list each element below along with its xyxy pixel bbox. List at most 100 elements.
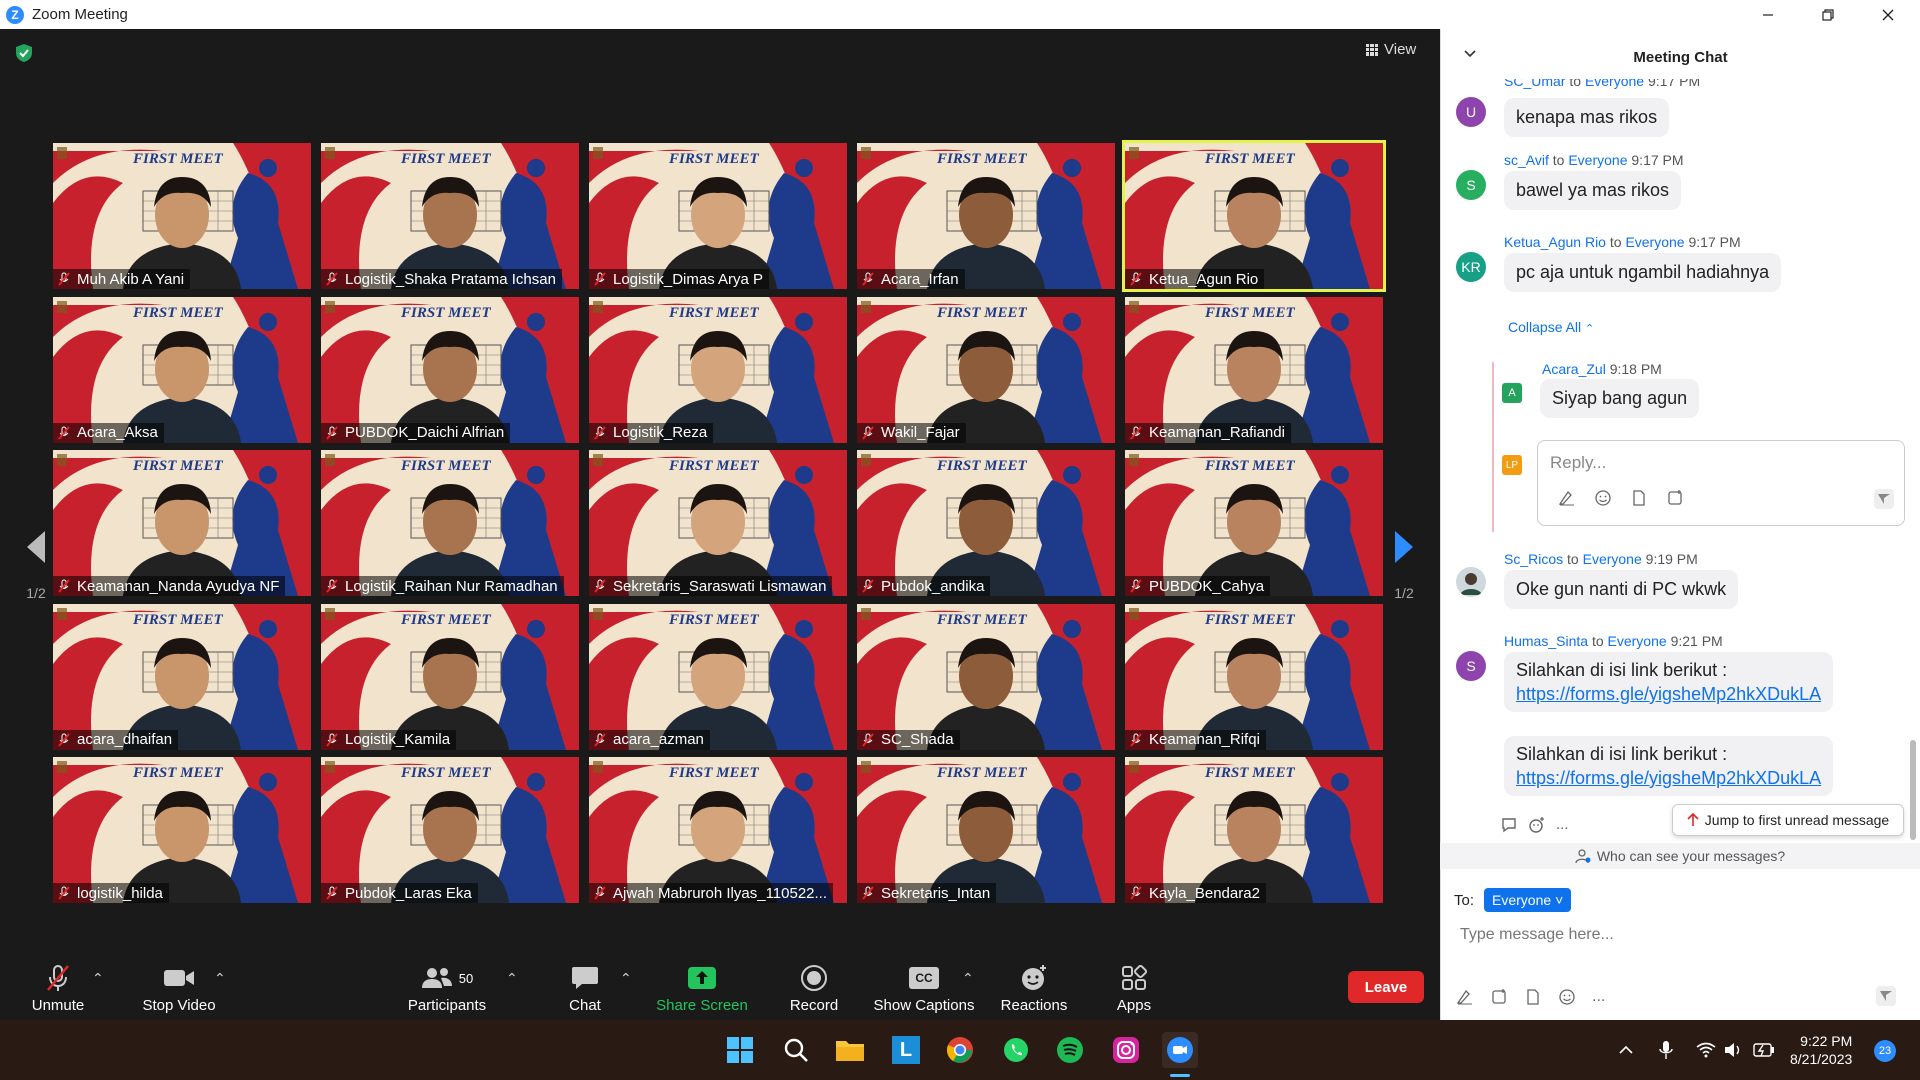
chevron-up-icon[interactable]: [1608, 1032, 1644, 1068]
battery-icon[interactable]: [1746, 1032, 1782, 1068]
send-icon[interactable]: [1876, 986, 1896, 1006]
share-screen-label: Share Screen: [656, 997, 748, 1014]
participant-video-tile[interactable]: FIRST MEET Ketua_Agun Rio: [1122, 140, 1386, 292]
start-menu-icon[interactable]: [722, 1032, 758, 1068]
participants-icon: [421, 968, 452, 988]
participant-video-tile[interactable]: FIRST MEET Keamanan_Rifqi: [1125, 603, 1383, 750]
chat-button[interactable]: Chat: [560, 954, 610, 1020]
form-link[interactable]: https://forms.gle/yigsheMp2hkXDukLA: [1516, 768, 1821, 788]
sender-name[interactable]: sc_Avif: [1504, 152, 1549, 168]
format-text-icon[interactable]: [1456, 988, 1474, 1006]
sender-name[interactable]: Ketua_Agun Rio: [1504, 234, 1606, 250]
sender-name[interactable]: Humas_Sinta: [1504, 633, 1588, 649]
sender-name[interactable]: SC_Umar: [1504, 79, 1565, 89]
record-button[interactable]: Record: [784, 954, 844, 1020]
file-icon[interactable]: [1524, 988, 1542, 1006]
show-captions-button[interactable]: CC Show Captions: [872, 954, 976, 1020]
file-explorer-icon[interactable]: [832, 1032, 868, 1068]
participant-video-tile[interactable]: FIRST MEET Logistik_Shaka Pratama Ichsan: [321, 143, 579, 289]
participant-video-tile[interactable]: FIRST MEET Ajwah Mabruroh Ilyas_110522...: [589, 757, 847, 903]
add-reaction-icon[interactable]: [1528, 816, 1546, 834]
send-icon[interactable]: [1874, 489, 1894, 509]
participant-video-tile[interactable]: FIRST MEET Wakil_Fajar: [857, 296, 1115, 443]
who-can-see-link[interactable]: Who can see your messages?: [1440, 843, 1920, 869]
search-icon[interactable]: [778, 1032, 814, 1068]
participant-video-tile[interactable]: FIRST MEET Sekretaris_Intan: [857, 757, 1115, 903]
participant-video-tile[interactable]: FIRST MEET Acara_Aksa: [53, 296, 311, 443]
sender-name[interactable]: Acara_Zul: [1542, 361, 1606, 377]
participant-video-tile[interactable]: FIRST MEET PUBDOK_Daichi Alfrian: [321, 296, 579, 443]
participant-video-tile[interactable]: FIRST MEET Logistik_Raihan Nur Ramadhan: [321, 450, 579, 596]
participant-video-tile[interactable]: FIRST MEET logistik_hilda: [53, 757, 311, 903]
apps-button[interactable]: Apps: [1110, 954, 1158, 1020]
reply-thread-icon[interactable]: [1500, 816, 1518, 834]
share-screen-button[interactable]: Share Screen: [654, 954, 750, 1020]
app-l-icon[interactable]: L: [888, 1032, 924, 1068]
participants-button[interactable]: 50 Participants: [404, 954, 490, 1020]
sender-name[interactable]: Sc_Ricos: [1504, 551, 1563, 567]
whatsapp-icon[interactable]: [998, 1032, 1034, 1068]
spotify-icon[interactable]: [1052, 1032, 1088, 1068]
participant-video-tile[interactable]: FIRST MEET Keamanan_Nanda Ayudya NF: [53, 450, 311, 596]
notification-badge[interactable]: 23: [1874, 1040, 1896, 1062]
participant-video-tile[interactable]: FIRST MEET Logistik_Dimas Arya P: [589, 143, 847, 289]
unmute-button[interactable]: Unmute: [28, 954, 88, 1020]
audio-options-caret-icon[interactable]: ⌃: [92, 970, 104, 987]
participant-video-tile[interactable]: FIRST MEET PUBDOK_Cahya: [1125, 450, 1383, 596]
participant-name: Logistik_Kamila: [345, 731, 451, 748]
jump-to-unread-button[interactable]: Jump to first unread message: [1672, 804, 1904, 836]
instagram-icon[interactable]: [1108, 1032, 1144, 1068]
participant-video-tile[interactable]: FIRST MEET Keamanan_Rafiandi: [1125, 296, 1383, 443]
participant-video-tile[interactable]: FIRST MEET acara_dhaifan: [53, 603, 311, 750]
chrome-icon[interactable]: [942, 1032, 978, 1068]
emoji-icon[interactable]: [1594, 489, 1612, 507]
chat-scrollbar[interactable]: [1910, 740, 1916, 840]
form-link[interactable]: https://forms.gle/yigsheMp2hkXDukLA: [1516, 684, 1821, 704]
participant-video-tile[interactable]: FIRST MEET SC_Shada: [857, 603, 1115, 750]
participants-options-caret-icon[interactable]: ⌃: [506, 970, 518, 987]
video-options-caret-icon[interactable]: ⌃: [214, 970, 226, 987]
collapse-all-button[interactable]: Collapse All ⌃: [1508, 319, 1594, 335]
minimize-button[interactable]: [1740, 0, 1796, 29]
message-input[interactable]: Type message here...: [1460, 926, 1614, 944]
encryption-shield-icon[interactable]: [14, 43, 34, 63]
system-clock[interactable]: 9:22 PM 8/21/2023: [1790, 1032, 1852, 1068]
captions-options-caret-icon[interactable]: ⌃: [962, 970, 974, 987]
participant-video-tile[interactable]: FIRST MEET Logistik_Kamila: [321, 603, 579, 750]
stop-video-button[interactable]: Stop Video: [134, 954, 224, 1020]
reply-input[interactable]: Reply...: [1537, 440, 1905, 526]
message-text: Silahkan di isi link berikut :: [1516, 660, 1728, 680]
emoji-icon[interactable]: [1558, 988, 1576, 1006]
zoom-taskbar-icon[interactable]: [1162, 1032, 1198, 1068]
participant-video-tile[interactable]: FIRST MEET acara_azman: [589, 603, 847, 750]
participant-name: Pubdok_andika: [881, 577, 985, 595]
participant-video-tile[interactable]: FIRST MEET Pubdok_andika: [857, 450, 1115, 596]
participant-video-tile[interactable]: FIRST MEET Kayla_Bendara2: [1125, 757, 1383, 903]
recipient-dropdown[interactable]: Everyone ˅: [1484, 888, 1572, 912]
format-text-icon[interactable]: [1558, 489, 1576, 507]
participant-name: Logistik_Dimas Arya P: [613, 270, 764, 288]
microphone-icon[interactable]: [1648, 1032, 1684, 1068]
participant-name-bar: Sekretaris_Saraswati Lismawan: [589, 576, 833, 596]
participant-video-tile[interactable]: FIRST MEET Pubdok_Laras Eka: [321, 757, 579, 903]
close-button[interactable]: [1860, 0, 1916, 29]
chevron-down-icon[interactable]: [1463, 49, 1477, 59]
view-button[interactable]: View: [1366, 41, 1416, 58]
participant-video-tile[interactable]: FIRST MEET Acara_Irfan: [857, 143, 1115, 289]
avatar-photo-icon: [1456, 567, 1486, 597]
reactions-button[interactable]: Reactions: [1000, 954, 1068, 1020]
more-options-icon[interactable]: ...: [1556, 816, 1569, 834]
leave-button[interactable]: Leave: [1348, 971, 1424, 1003]
video-stage: View 1/2 1/2 FIRST MEET Muh Akib A Yani FI…: [0, 29, 1440, 954]
participant-video-tile[interactable]: FIRST MEET Logistik_Reza: [589, 296, 847, 443]
prev-page-button[interactable]: 1/2: [14, 505, 58, 625]
more-options-icon[interactable]: ...: [1592, 988, 1605, 1006]
screenshot-icon[interactable]: [1490, 988, 1508, 1006]
screenshot-icon[interactable]: [1666, 489, 1684, 507]
restore-button[interactable]: [1800, 0, 1856, 29]
file-icon[interactable]: [1630, 489, 1648, 507]
participant-video-tile[interactable]: FIRST MEET Sekretaris_Saraswati Lismawan: [589, 450, 847, 596]
participant-video-tile[interactable]: FIRST MEET Muh Akib A Yani: [53, 143, 311, 289]
next-page-button[interactable]: 1/2: [1382, 505, 1426, 625]
chat-options-caret-icon[interactable]: ⌃: [620, 970, 632, 987]
